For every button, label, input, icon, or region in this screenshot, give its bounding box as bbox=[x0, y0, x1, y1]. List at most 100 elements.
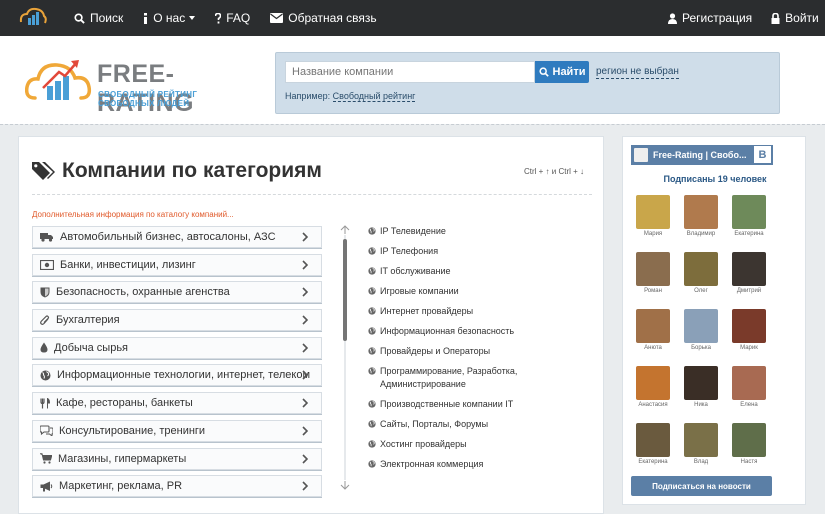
vk-member[interactable]: Настя bbox=[731, 423, 767, 465]
region-selector[interactable]: регион не выбран bbox=[596, 66, 679, 79]
globe-icon bbox=[368, 285, 380, 295]
vk-member[interactable]: Олег bbox=[683, 252, 719, 294]
nav-login-label: Войти bbox=[785, 11, 819, 25]
subcategory-item[interactable]: Электронная коммерция bbox=[368, 458, 578, 471]
category-item[interactable]: Бухгалтерия bbox=[32, 309, 322, 332]
vk-member[interactable]: Екатерина bbox=[635, 423, 671, 465]
subcategory-item[interactable]: Сайты, Порталы, Форумы bbox=[368, 418, 578, 431]
vk-member-name: Владимир bbox=[686, 231, 716, 237]
category-item[interactable]: Маркетинг, реклама, PR bbox=[32, 475, 322, 498]
search-icon bbox=[74, 12, 85, 24]
category-item[interactable]: Информационные технологии, интернет, тел… bbox=[32, 364, 322, 387]
vk-member[interactable]: Борька bbox=[683, 309, 719, 351]
search-icon bbox=[538, 67, 549, 77]
brand-tagline: СВОБОДНЫЙ РЕЙТИНГ СВОБОДНЫХ ЛЮДЕЙ bbox=[98, 90, 198, 108]
vk-member-name: Екатерина bbox=[638, 459, 668, 465]
nav-about[interactable]: О нас bbox=[143, 11, 196, 25]
globe-icon bbox=[368, 418, 380, 428]
vk-member[interactable]: Елена bbox=[731, 366, 767, 408]
arrow-down-icon[interactable] bbox=[340, 481, 350, 490]
vk-subscribe-button[interactable]: Подписаться на новости bbox=[631, 476, 772, 496]
subcategory-label: Производственные компании IT bbox=[380, 399, 514, 409]
vk-member-name: Ника bbox=[694, 402, 708, 408]
nav-search[interactable]: Поиск bbox=[74, 11, 123, 25]
subcategory-item[interactable]: Интернет провайдеры bbox=[368, 305, 578, 318]
subcategory-item[interactable]: IP Телефония bbox=[368, 245, 578, 258]
header-divider bbox=[0, 124, 825, 126]
globe-icon bbox=[368, 265, 380, 275]
subcategory-item[interactable]: Производственные компании IT bbox=[368, 398, 578, 411]
chevron-down-icon bbox=[189, 16, 196, 20]
vk-member[interactable]: Владимир bbox=[683, 195, 719, 237]
scrollbar-thumb[interactable] bbox=[343, 239, 347, 341]
nav-faq[interactable]: FAQ bbox=[215, 11, 250, 25]
category-label: Бухгалтерия bbox=[56, 314, 120, 327]
nav-feedback-label: Обратная связь bbox=[288, 11, 377, 25]
category-item[interactable]: Кафе, рестораны, банкеты bbox=[32, 392, 322, 415]
page-title-text: Компании по категориям bbox=[62, 159, 322, 182]
chevron-right-icon bbox=[302, 232, 314, 245]
nav-login[interactable]: Войти bbox=[771, 11, 819, 25]
vk-member[interactable]: Влад bbox=[683, 423, 719, 465]
category-item[interactable]: Консультирование, тренинги bbox=[32, 419, 322, 442]
category-scrollbar[interactable] bbox=[340, 225, 350, 490]
category-label: Консультирование, тренинги bbox=[59, 424, 206, 437]
nav-register[interactable]: Регистрация bbox=[668, 11, 752, 25]
search-example-prefix: Например: bbox=[285, 91, 331, 101]
subcategory-item[interactable]: Программирование, Разработка, Администри… bbox=[368, 365, 578, 391]
vk-subscriber-count: Подписаны 19 человек bbox=[663, 174, 767, 184]
tags-icon bbox=[32, 162, 55, 180]
vk-group-name: Free-Rating | Свобо... bbox=[653, 150, 747, 160]
subcategory-item[interactable]: Информационная безопасность bbox=[368, 325, 578, 338]
company-search-input[interactable] bbox=[285, 61, 535, 83]
subcategory-item[interactable]: IT обслуживание bbox=[368, 265, 578, 278]
info-icon bbox=[144, 12, 148, 24]
lock-icon bbox=[771, 12, 780, 24]
vk-member-name: Марик bbox=[740, 345, 758, 351]
nav-feedback[interactable]: Обратная связь bbox=[270, 11, 377, 25]
logo-mini-icon[interactable] bbox=[18, 6, 48, 28]
vk-member-name: Влад bbox=[693, 459, 709, 465]
chevron-right-icon bbox=[302, 370, 314, 383]
vk-member[interactable]: Екатерина bbox=[731, 195, 767, 237]
category-item[interactable]: Безопасность, охранные агенства bbox=[32, 281, 322, 304]
subcategory-label: Интернет провайдеры bbox=[380, 306, 474, 316]
vk-member-name: Настя bbox=[740, 459, 758, 465]
envelope-icon bbox=[270, 13, 284, 23]
subcategory-item[interactable]: IP Телевидение bbox=[368, 225, 578, 238]
catalog-info-link[interactable]: Дополнительная информация по каталогу ко… bbox=[32, 210, 234, 219]
chevron-right-icon bbox=[302, 315, 314, 328]
category-item[interactable]: Магазины, гипермаркеты bbox=[32, 447, 322, 470]
nav-faq-label: FAQ bbox=[226, 11, 251, 25]
search-button[interactable]: Найти bbox=[535, 61, 589, 83]
chevron-right-icon bbox=[302, 481, 314, 494]
vk-member[interactable]: Мария bbox=[635, 195, 671, 237]
vk-member-avatar bbox=[684, 366, 718, 400]
vk-member[interactable]: Роман bbox=[635, 252, 671, 294]
vk-member[interactable]: Анюта bbox=[635, 309, 671, 351]
subcategory-item[interactable]: Хостинг провайдеры bbox=[368, 438, 578, 451]
vk-member[interactable]: Ника bbox=[683, 366, 719, 408]
chevron-right-icon bbox=[302, 453, 314, 467]
category-item[interactable]: Автомобильный бизнес, автосалоны, АЗС bbox=[32, 226, 322, 248]
subcategory-item[interactable]: Игровые компании bbox=[368, 285, 578, 298]
vk-widget: Free-Rating | Свобо... B Подписаны 19 че… bbox=[622, 136, 806, 505]
keyboard-hint: Ctrl + ↑ и Ctrl + ↓ bbox=[524, 167, 585, 176]
arrow-up-icon[interactable] bbox=[340, 225, 350, 234]
globe-icon bbox=[40, 370, 57, 381]
subcategory-label: Сайты, Порталы, Форумы bbox=[380, 419, 489, 429]
vk-logo-icon[interactable]: B bbox=[754, 146, 771, 163]
vk-member[interactable]: Дмитрий bbox=[731, 252, 767, 294]
vk-member[interactable]: Марик bbox=[731, 309, 767, 351]
brand-logo[interactable]: FREE-RATING СВОБОДНЫЙ РЕЙТИНГ СВОБОДНЫХ … bbox=[25, 54, 245, 117]
subcategory-item[interactable]: Провайдеры и Операторы bbox=[368, 345, 578, 358]
search-example-link[interactable]: Свободный рейтинг bbox=[332, 91, 416, 102]
subcategory-label: Информационная безопасность bbox=[380, 326, 515, 336]
globe-icon bbox=[368, 245, 380, 255]
vk-group-header[interactable]: Free-Rating | Свобо... bbox=[631, 145, 773, 165]
category-item[interactable]: Добыча сырья bbox=[32, 336, 322, 359]
comments-icon bbox=[40, 425, 59, 437]
vk-member[interactable]: Анастасия bbox=[635, 366, 671, 408]
category-item[interactable]: Банки, инвестиции, лизинг bbox=[32, 253, 322, 276]
vk-member-avatar bbox=[732, 423, 766, 457]
